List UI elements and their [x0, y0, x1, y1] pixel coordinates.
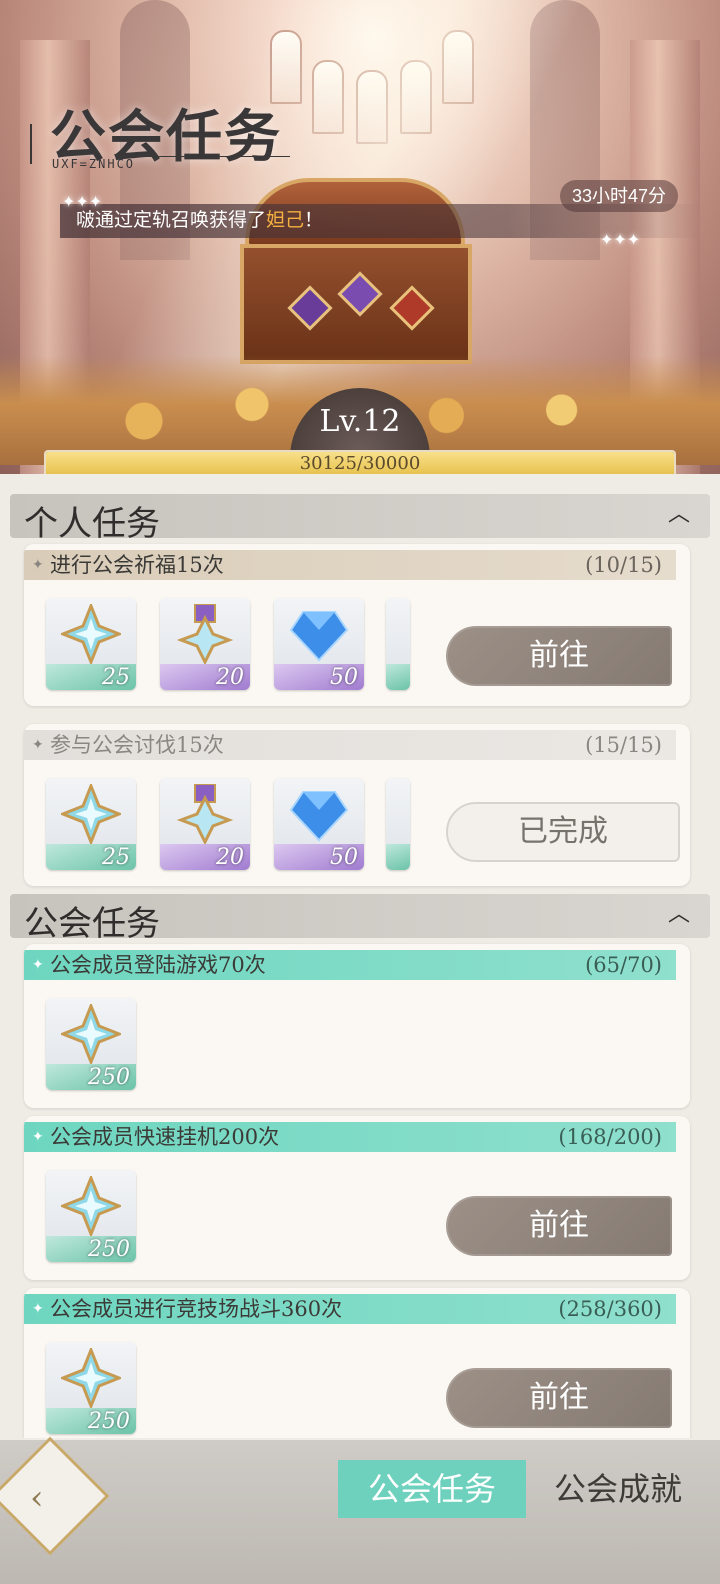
reward-qty: 250	[88, 1065, 130, 1090]
reward-item[interactable]: 25	[46, 598, 136, 690]
diamond-icon	[289, 611, 349, 662]
section-header-guild[interactable]: 公会任务 ︿	[10, 894, 710, 944]
task-progress: (10/15)	[585, 553, 662, 577]
title-ornament	[30, 124, 38, 164]
back-arrow-icon[interactable]: ‹	[30, 1478, 44, 1518]
task-progress: (258/360)	[558, 1297, 662, 1321]
reward-qty: 25	[102, 845, 130, 870]
star-crystal-icon	[61, 1176, 121, 1236]
task-progress: (65/70)	[585, 953, 662, 977]
task-name: 参与公会讨伐15次	[50, 733, 224, 757]
reward-item[interactable]: 20	[160, 598, 250, 690]
section-title: 公会任务	[24, 904, 160, 944]
go-button[interactable]: 前往	[446, 1368, 672, 1428]
star-crystal-icon	[61, 784, 121, 844]
task-list[interactable]: 个人任务 ︿ ✦ 进行公会祈福15次 (10/15) 25 20 50 前往 ✦…	[0, 482, 720, 1438]
section-title: 个人任务	[24, 504, 160, 544]
tab-guild-achievements[interactable]: 公会成就	[548, 1460, 688, 1518]
task-card: ✦ 参与公会讨伐15次 (15/15) 25 20 50 已完成	[24, 724, 690, 886]
reward-item[interactable]: 250	[46, 1170, 136, 1262]
purple-gem-icon	[287, 285, 333, 331]
task-header: ✦ 公会成员快速挂机200次 (168/200)	[24, 1122, 676, 1152]
reward-qty: 250	[88, 1237, 130, 1262]
star-bullet-icon: ✦	[32, 1129, 44, 1145]
title-subtitle: UXF=ZNHCO	[52, 157, 136, 171]
sparkle-icon: ✦✦✦	[62, 192, 103, 211]
reward-item[interactable]: 250	[46, 998, 136, 1090]
task-header: ✦ 公会成员进行竞技场战斗360次 (258/360)	[24, 1294, 676, 1324]
reward-qty: 20	[216, 845, 244, 870]
reward-item-clipped[interactable]	[386, 598, 410, 690]
chevron-up-icon[interactable]: ︿	[666, 502, 692, 528]
title-underline	[120, 156, 290, 157]
reward-item[interactable]: 25	[46, 778, 136, 870]
star-crystal-icon	[61, 604, 121, 664]
medal-icon	[176, 604, 234, 664]
section-header-personal[interactable]: 个人任务 ︿	[10, 494, 710, 544]
notice-suffix: ！	[304, 210, 324, 231]
star-bullet-icon: ✦	[32, 957, 44, 973]
reward-qty: 20	[216, 665, 244, 690]
task-card: ✦ 公会成员登陆游戏70次 (65/70) 250	[24, 944, 690, 1108]
treasure-chest[interactable]	[240, 244, 472, 364]
reward-qty: 50	[330, 845, 358, 870]
hero-banner: 公会任务 UXF=ZNHCO 33小时47分 啵通过定轨召唤获得了妲己！ ✦✦✦…	[0, 0, 720, 480]
task-header: ✦ 公会成员登陆游戏70次 (65/70)	[24, 950, 676, 980]
sparkle-icon: ✦✦✦	[600, 230, 641, 249]
task-header: ✦ 进行公会祈福15次 (10/15)	[24, 550, 676, 580]
completed-button: 已完成	[446, 802, 680, 862]
hero-divider	[0, 474, 720, 480]
reward-qty: 25	[102, 665, 130, 690]
bottom-bar: ‹ 公会任务 公会成就	[0, 1436, 720, 1584]
task-name: 进行公会祈福15次	[50, 553, 224, 577]
reward-item[interactable]: 50	[274, 778, 364, 870]
task-name: 公会成员快速挂机200次	[50, 1125, 280, 1149]
reward-qty: 50	[330, 665, 358, 690]
red-gem-icon	[389, 285, 435, 331]
reward-item[interactable]: 20	[160, 778, 250, 870]
star-bullet-icon: ✦	[32, 557, 44, 573]
task-progress: (168/200)	[558, 1125, 662, 1149]
star-crystal-icon	[61, 1348, 121, 1408]
task-card: ✦ 公会成员快速挂机200次 (168/200) 250 前往	[24, 1116, 690, 1280]
task-progress: (15/15)	[585, 733, 662, 757]
task-name: 公会成员进行竞技场战斗360次	[50, 1297, 343, 1321]
reward-item-clipped[interactable]	[386, 778, 410, 870]
star-bullet-icon: ✦	[32, 1301, 44, 1317]
go-button[interactable]: 前往	[446, 1196, 672, 1256]
reward-qty: 250	[88, 1409, 130, 1434]
task-card: ✦ 进行公会祈福15次 (10/15) 25 20 50 前往	[24, 544, 690, 706]
back-button[interactable]	[0, 1436, 110, 1556]
notice-text: 啵通过定轨召唤获得了	[76, 210, 267, 231]
star-bullet-icon: ✦	[32, 737, 44, 753]
task-header: ✦ 参与公会讨伐15次 (15/15)	[24, 730, 676, 760]
reward-item[interactable]: 50	[274, 598, 364, 690]
chevron-up-icon[interactable]: ︿	[666, 902, 692, 928]
tab-guild-tasks[interactable]: 公会任务	[338, 1460, 526, 1518]
reward-band	[386, 844, 410, 870]
reward-item[interactable]: 250	[46, 1342, 136, 1434]
exp-text: 30125/30000	[299, 453, 421, 474]
star-crystal-icon	[61, 1004, 121, 1064]
notice-highlight: 妲己	[266, 210, 305, 231]
task-name: 公会成员登陆游戏70次	[50, 953, 266, 977]
purple-gem-icon	[337, 271, 383, 317]
guild-level: Lv.12	[319, 404, 401, 439]
task-card: ✦ 公会成员进行竞技场战斗360次 (258/360) 250 前往	[24, 1288, 690, 1438]
medal-icon	[176, 784, 234, 844]
go-button[interactable]: 前往	[446, 626, 672, 686]
reward-band	[386, 664, 410, 690]
diamond-icon	[289, 791, 349, 842]
